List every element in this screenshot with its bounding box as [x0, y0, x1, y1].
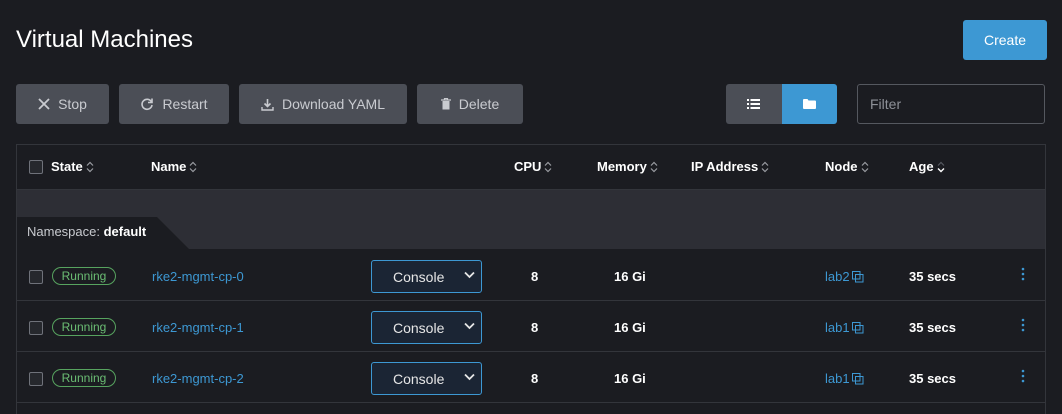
node-link[interactable]: lab2 [825, 269, 864, 284]
sort-icon [761, 161, 769, 172]
status-badge: Running [52, 369, 116, 387]
page-title: Virtual Machines [16, 26, 193, 53]
group-label: Namespace: default [27, 224, 146, 239]
row-checkbox[interactable] [29, 270, 43, 284]
list-icon [747, 99, 761, 109]
header-node[interactable]: Node [825, 159, 869, 174]
cpu-value: 8 [531, 269, 539, 284]
stop-label: Stop [58, 96, 87, 112]
sort-icon [861, 161, 868, 172]
cpu-value: 8 [531, 320, 539, 335]
status-badge: Running [52, 318, 116, 336]
table-row: Running rke2-mgmt-cp-0 Console 8 16 Gi l… [17, 250, 1045, 301]
restart-button[interactable]: Restart [119, 84, 229, 124]
filter-input[interactable] [857, 84, 1045, 124]
folder-view-button[interactable] [781, 84, 837, 124]
delete-button[interactable]: Delete [417, 84, 523, 124]
table-row: Running rke2-mgmt-cp-1 Console 8 16 Gi l… [17, 301, 1045, 352]
node-link[interactable]: lab1 [825, 371, 864, 386]
select-all-checkbox[interactable] [29, 160, 43, 174]
console-label: Console [393, 320, 445, 336]
vm-name-link[interactable]: rke2-mgmt-cp-1 [152, 320, 244, 335]
vm-name-link[interactable]: rke2-mgmt-cp-0 [152, 269, 244, 284]
sort-desc-icon [937, 161, 945, 172]
sort-icon [189, 161, 197, 172]
console-label: Console [393, 371, 445, 387]
node-link[interactable]: lab1 [825, 320, 864, 335]
header-age[interactable]: Age [909, 159, 945, 174]
kebab-icon[interactable] [1021, 368, 1025, 384]
stop-button[interactable]: Stop [16, 84, 109, 124]
list-view-button[interactable] [726, 84, 782, 124]
folder-icon [802, 99, 816, 109]
table-row: Running rke2-mgmt-cp-2 Console 8 16 Gi l… [17, 352, 1045, 403]
age-value: 35 secs [909, 371, 956, 386]
chevron-down-icon [464, 373, 475, 381]
view-toggle [726, 84, 837, 124]
cpu-value: 8 [531, 371, 539, 386]
group-namespace: default [103, 224, 147, 239]
download-icon [261, 98, 274, 111]
sort-icon [650, 161, 658, 172]
header-ip-address[interactable]: IP Address [691, 159, 769, 174]
console-button[interactable]: Console [371, 260, 482, 293]
copy-icon[interactable] [851, 372, 864, 385]
console-label: Console [393, 269, 445, 285]
sort-icon [545, 161, 552, 172]
sort-icon [86, 161, 94, 172]
download-yaml-label: Download YAML [282, 96, 385, 112]
delete-label: Delete [458, 96, 500, 112]
memory-value: 16 Gi [614, 371, 646, 386]
trash-icon [440, 98, 451, 110]
download-yaml-button[interactable]: Download YAML [239, 84, 407, 124]
memory-value: 16 Gi [614, 320, 646, 335]
vm-table: State Name CPU Memory IP Address Node Ag… [16, 144, 1046, 414]
header-state[interactable]: State [51, 159, 94, 174]
restart-label: Restart [162, 96, 208, 112]
vm-name-link[interactable]: rke2-mgmt-cp-2 [152, 371, 244, 386]
console-button[interactable]: Console [371, 311, 482, 344]
age-value: 35 secs [909, 269, 956, 284]
chevron-down-icon [464, 271, 475, 279]
age-value: 35 secs [909, 320, 956, 335]
create-button[interactable]: Create [963, 20, 1047, 60]
status-badge: Running [52, 267, 116, 285]
kebab-icon[interactable] [1021, 317, 1025, 333]
console-button[interactable]: Console [371, 362, 482, 395]
memory-value: 16 Gi [614, 269, 646, 284]
row-checkbox[interactable] [29, 372, 43, 386]
header-memory[interactable]: Memory [597, 159, 658, 174]
group-prefix: Namespace: [27, 224, 100, 239]
chevron-down-icon [464, 322, 475, 330]
copy-icon[interactable] [851, 270, 864, 283]
restart-icon [141, 98, 154, 111]
header-name[interactable]: Name [151, 159, 197, 174]
table-header: State Name CPU Memory IP Address Node Ag… [17, 145, 1045, 190]
close-icon [38, 98, 50, 110]
copy-icon[interactable] [851, 321, 864, 334]
header-cpu[interactable]: CPU [514, 159, 552, 174]
row-checkbox[interactable] [29, 321, 43, 335]
kebab-icon[interactable] [1021, 266, 1025, 282]
